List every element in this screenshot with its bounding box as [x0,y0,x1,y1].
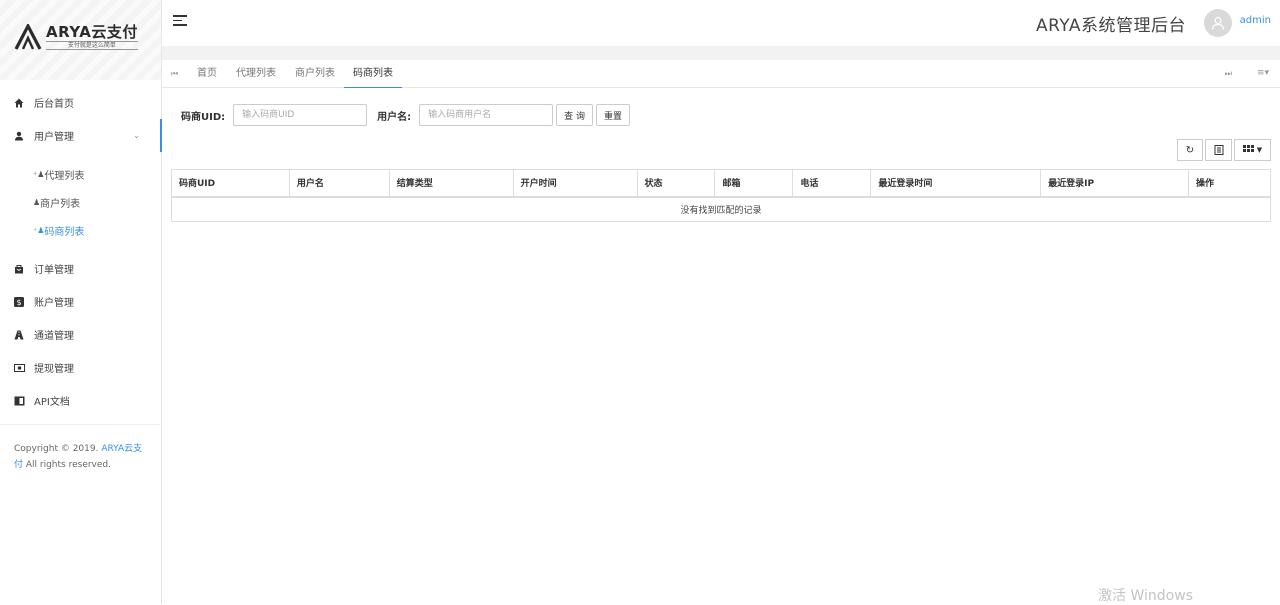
sidebar-item-label: 订单管理 [34,265,74,276]
tab-code-merchant-list[interactable]: 码商列表 [344,60,402,88]
sidebar-item-home[interactable]: 后台首页 [0,86,162,119]
tab-menu-icon[interactable]: ≡▾ [1257,68,1269,78]
header-strip [162,46,1280,60]
table-toolbar: ↻ ▼ [1177,139,1271,161]
username-label: 用户名: [377,111,412,123]
refresh-button[interactable]: ↻ [1177,139,1203,161]
sidebar-item-accounts[interactable]: $ 账户管理 [0,285,162,318]
sidebar-item-channels[interactable]: 通道管理 [0,318,162,351]
username-input[interactable] [419,104,554,126]
sidebar-item-label: 通道管理 [34,331,74,342]
caret-down-icon: ▼ [1256,146,1263,154]
sidebar-subitem-label: 码商列表 [44,226,85,238]
system-title: ARYA系统管理后台 [1035,16,1186,36]
sidebar-nav: 后台首页 用户管理 ⌄ ⁺♟ 代理列表 ♟ 商户列表 ⁺♟ 码商列表 订单管理 [0,86,162,417]
list-view-icon [1214,145,1223,155]
doc-icon [13,395,25,407]
logo-area: ARYA云支付 支付就是这么简单 [0,0,161,80]
uid-label: 码商UID: [181,111,226,123]
column-header[interactable]: 结算类型 [388,169,514,198]
road-icon [13,329,25,341]
money-icon [13,362,25,374]
column-header[interactable]: 最近登录时间 [870,169,1042,198]
tab-agent-list[interactable]: 代理列表 [236,60,276,88]
sidebar-item-user-management[interactable]: 用户管理 ⌄ [0,119,162,152]
sidebar-item-label: 用户管理 [34,132,74,143]
tab-home[interactable]: 首页 [197,60,217,88]
brand-slogan: 支付就是这么简单 [46,41,138,50]
menu-toggle-icon[interactable] [173,15,187,27]
search-form: 码商UID: 用户名: 查 询 重置 [181,104,631,126]
columns-dropdown-button[interactable]: ▼ [1234,139,1271,161]
user-icon [13,130,25,142]
svg-text:$: $ [16,298,21,307]
column-header[interactable]: 状态 [636,169,716,198]
uid-input[interactable] [233,104,368,126]
query-button[interactable]: 查 询 [556,104,594,126]
sidebar-item-label: 后台首页 [34,99,74,110]
sidebar-item-api-docs[interactable]: API文档 [0,384,162,417]
refresh-icon: ↻ [1185,144,1195,156]
table-row: 没有找到匹配的记录 [171,196,1271,222]
sidebar-subitem-label: 商户列表 [40,198,81,210]
username-link[interactable]: admin [1240,15,1271,26]
sidebar: ARYA云支付 支付就是这么简单 后台首页 用户管理 ⌄ ⁺♟ 代理列表 ♟ 商… [0,0,162,604]
dollar-icon: $ [13,296,25,308]
tab-scroll-right-icon[interactable]: ⏭ [1225,69,1232,79]
windows-activation-watermark: 激活 Windows [1098,588,1193,604]
data-table: 码商UID 用户名 结算类型 开户时间 状态 邮箱 电话 最近登录时间 最近登录… [171,169,1272,222]
tab-bar: ⏮ 首页 代理列表 商户列表 码商列表 ⏭ ≡▾ [162,60,1280,88]
sidebar-subitem-code-merchant-list[interactable]: ⁺♟ 码商列表 [0,216,162,244]
column-header[interactable]: 电话 [792,169,872,198]
user-small-icon: ♟ [33,197,41,207]
table-header-row: 码商UID 用户名 结算类型 开户时间 状态 邮箱 电话 最近登录时间 最近登录… [171,169,1272,198]
column-header[interactable]: 操作 [1187,169,1272,198]
sidebar-item-label: API文档 [34,397,70,408]
column-header[interactable]: 开户时间 [512,169,638,198]
column-header[interactable]: 码商UID [171,169,290,198]
copyright-prefix: Copyright © 2019. [14,444,102,454]
chevron-down-icon: ⌄ [133,131,140,140]
sidebar-item-label: 账户管理 [34,298,74,309]
tab-scroll-left-icon[interactable]: ⏮ [171,69,178,79]
sidebar-subitem-label: 代理列表 [44,170,85,182]
logo[interactable]: ARYA云支付 支付就是这么简单 [14,24,138,50]
sidebar-item-withdrawals[interactable]: 提现管理 [0,351,162,384]
bag-icon [13,263,25,275]
sidebar-item-orders[interactable]: 订单管理 [0,252,162,285]
sidebar-subitem-agent-list[interactable]: ⁺♟ 代理列表 [0,160,162,188]
avatar[interactable] [1204,9,1232,37]
grid-icon [1242,145,1254,152]
sidebar-item-label: 提现管理 [34,364,74,375]
empty-message: 没有找到匹配的记录 [171,196,1271,222]
top-header: ARYA系统管理后台 admin [162,0,1280,46]
reset-button[interactable]: 重置 [596,104,631,126]
column-header[interactable]: 最近登录IP [1040,169,1189,198]
sidebar-subitem-merchant-list[interactable]: ♟ 商户列表 [0,188,162,216]
home-icon [13,97,25,109]
toggle-view-button[interactable] [1205,139,1232,161]
copyright-suffix: All rights reserved. [23,460,111,470]
brand-name: ARYA云支付 [46,23,138,41]
logo-mark-icon [14,24,42,50]
column-header[interactable]: 用户名 [288,169,390,198]
copyright: Copyright © 2019. ARYA云支付 All rights res… [14,441,144,473]
sidebar-divider [0,424,162,425]
column-header[interactable]: 邮箱 [714,169,794,198]
tab-merchant-list[interactable]: 商户列表 [295,60,335,88]
user-small-icon: ⁺♟ [33,225,45,235]
user-small-icon: ⁺♟ [33,169,45,179]
user-avatar-icon [1211,16,1225,30]
